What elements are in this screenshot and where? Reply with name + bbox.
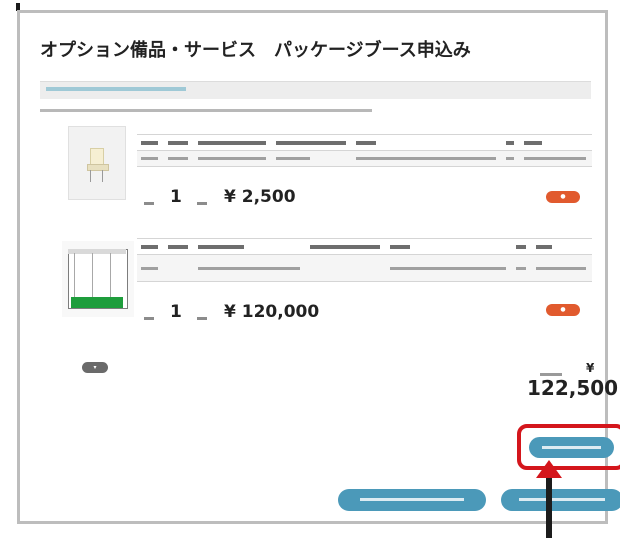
col-header xyxy=(520,134,592,151)
booth-image xyxy=(62,241,134,317)
col-header xyxy=(164,134,194,151)
col-header xyxy=(137,134,164,151)
table-cell xyxy=(272,150,352,167)
table-cell xyxy=(164,150,194,167)
col-header xyxy=(502,134,520,151)
chair-leg xyxy=(90,170,91,182)
col-header xyxy=(306,238,386,255)
col-header xyxy=(532,238,592,255)
price-label xyxy=(197,317,207,320)
notice-text xyxy=(40,109,372,112)
other-options-button[interactable] xyxy=(338,489,486,511)
col-header xyxy=(512,238,532,255)
chair-image xyxy=(68,126,126,200)
booth-floor xyxy=(71,297,123,308)
section-header-text xyxy=(46,87,186,91)
total-currency: ¥ xyxy=(586,361,595,375)
table-cell xyxy=(386,254,512,282)
total-amount: 122,500 xyxy=(527,376,619,400)
quantity-label xyxy=(144,202,154,205)
detail-button[interactable]: ● xyxy=(546,304,580,316)
col-header xyxy=(272,134,352,151)
price-value: ¥ 2,500 xyxy=(224,187,296,207)
col-header xyxy=(352,134,502,151)
table-cell xyxy=(194,254,306,282)
package-booth-button[interactable] xyxy=(501,489,620,511)
section-header-bar xyxy=(40,81,591,99)
table-cell xyxy=(194,150,272,167)
arrow-up-icon xyxy=(536,460,562,478)
item-table-1 xyxy=(137,134,592,167)
table-cell xyxy=(137,150,164,167)
page-title: オプション備品・サービス パッケージブース申込み xyxy=(40,40,471,61)
table-cell xyxy=(532,254,592,282)
table-cell xyxy=(164,254,194,282)
back-button[interactable]: ▾ xyxy=(82,362,108,373)
quantity-value: 1 xyxy=(170,302,182,322)
col-header xyxy=(194,238,306,255)
highlight-frame xyxy=(517,424,620,470)
price-value: ¥ 120,000 xyxy=(224,302,320,322)
table-row xyxy=(137,254,592,282)
table-cell xyxy=(306,254,386,282)
detail-button[interactable]: ● xyxy=(546,191,580,203)
browser-frame: オプション備品・サービス パッケージブース申込み 1 ¥ 2,500 ● 1 ¥… xyxy=(17,10,620,524)
table-cell xyxy=(137,254,164,282)
col-header xyxy=(194,134,272,151)
quantity-label xyxy=(144,317,154,320)
table-cell xyxy=(502,150,520,167)
col-header xyxy=(386,238,512,255)
table-cell xyxy=(520,150,592,167)
col-header xyxy=(164,238,194,255)
item-table-2 xyxy=(137,238,592,282)
price-label xyxy=(197,202,207,205)
table-cell xyxy=(352,150,502,167)
chair-back xyxy=(90,148,104,165)
quantity-value: 1 xyxy=(170,187,182,207)
table-header-row xyxy=(137,134,592,151)
booth-fascia xyxy=(68,249,126,254)
chair-leg xyxy=(102,170,103,182)
col-header xyxy=(137,238,164,255)
arrow-shaft xyxy=(546,476,552,538)
table-row xyxy=(137,150,592,167)
table-header-row xyxy=(137,238,592,255)
table-cell xyxy=(512,254,532,282)
